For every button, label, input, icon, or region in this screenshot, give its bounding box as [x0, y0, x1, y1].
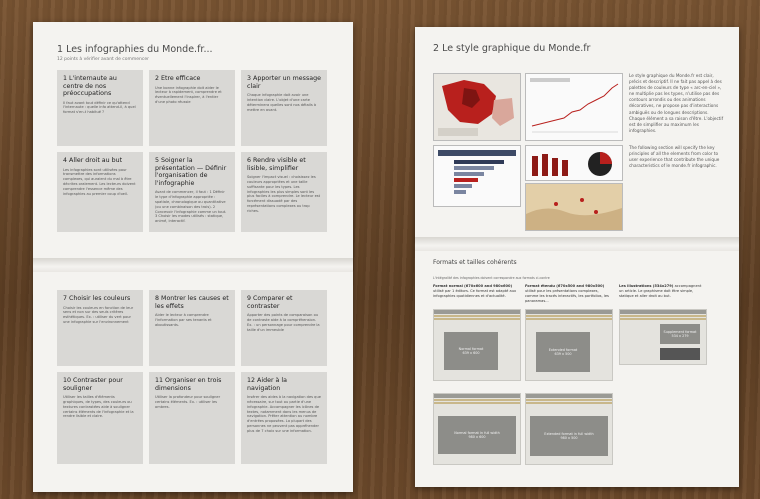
card-body: Aider le lecteur à comprendre l'informat…	[155, 313, 212, 327]
left-page: 1 Les infographies du Monde.fr... 12 poi…	[33, 22, 353, 492]
card-1: 1 L'internaute au centre de nos préoccup…	[57, 70, 143, 146]
card-title: 7 Choisir les couleurs	[63, 295, 131, 302]
card-title: 10 Contraster pour souligner	[63, 377, 123, 392]
card-title: 2 Etre efficace	[155, 75, 201, 82]
card-title: 4 Aller droit au but	[63, 157, 123, 164]
card-3: 3 Apporter un message clair Chaque infogr…	[241, 70, 327, 146]
card-2: 2 Etre efficace Une bonne infographie doi…	[149, 70, 235, 146]
card-body: Il faut avant tout définir ce qu'attend …	[63, 100, 136, 115]
page-fold	[415, 237, 739, 251]
cards-grid-top: 1 L'internaute au centre de nos préoccup…	[57, 70, 327, 232]
section-title: Formats et tailles cohérents	[433, 259, 517, 266]
card-body: Apporter des points de comparaison ou de…	[247, 313, 320, 332]
card-12: 12 Aider à la navigation Insérer des aide…	[241, 372, 327, 464]
card-4: 4 Aller droit au but Les infographies son…	[57, 152, 143, 232]
card-10: 10 Contraster pour souligner Utiliser les…	[57, 372, 143, 464]
card-body: Choisir les couleurs en fonction de leur…	[63, 305, 134, 325]
normal-format-mockup: Normal format 639 x 600	[433, 309, 521, 381]
terrain-map-thumbnail	[525, 183, 623, 231]
normal-full-width-mockup: Normal format in full width 980 x 600	[433, 393, 521, 465]
line-chart-thumbnail	[525, 73, 623, 141]
card-title: 8 Montrer les causes et les effets	[155, 295, 229, 310]
page-title: 2 Le style graphique du Monde.fr	[433, 43, 591, 54]
card-body: Les infographies sont utilisées pour tra…	[63, 167, 136, 196]
format-extended-text: Format étendu (670x500 and 980x500) util…	[525, 284, 609, 303]
extended-format-mockup: Extended format 639 x 500	[525, 309, 613, 381]
page-fold	[33, 258, 353, 272]
page-subtitle: 12 points à vérifier avant de commencer	[57, 57, 149, 62]
card-title: 1 L'internaute au centre de nos préoccup…	[63, 75, 117, 98]
card-7: 7 Choisir les couleurs Choisir les couleu…	[57, 290, 143, 366]
card-title: 5 Soigner la présentation — Définir l'or…	[155, 157, 227, 187]
card-title: 11 Organiser en trois dimensions	[155, 377, 222, 392]
section-intro: L'intégralité des infographies doivent c…	[433, 276, 550, 280]
style-description-en: The following section will specify the k…	[629, 145, 720, 169]
cards-grid-bottom: 7 Choisir les couleurs Choisir les couleu…	[57, 290, 327, 464]
card-title: 9 Comparer et contraster	[247, 295, 293, 310]
card-9: 9 Comparer et contraster Apporter des poi…	[241, 290, 327, 366]
card-5: 5 Soigner la présentation — Définir l'or…	[149, 152, 235, 232]
card-11: 11 Organiser en trois dimensions Utiliser…	[149, 372, 235, 464]
format-illustration-text: Les illustrations (534x279) accompagnent…	[619, 284, 702, 298]
card-body: Une bonne infographie doit aider le lect…	[155, 85, 222, 105]
card-title: 12 Aider à la navigation	[247, 377, 288, 392]
card-body: Soigner l'impact visuel : choisissez les…	[247, 175, 321, 213]
card-8: 8 Montrer les causes et les effets Aider …	[149, 290, 235, 366]
format-normal-text: Format normal (670x600 and 980x600) util…	[433, 284, 517, 298]
right-page: 2 Le style graphique du Monde.fr Le styl…	[415, 27, 739, 487]
card-body: Avant de commencer, il faut : 1 Définir …	[155, 190, 227, 224]
bottles-infographic-thumbnail	[525, 145, 623, 181]
card-title: 6 Rendre visible et lisible, simplifier	[247, 157, 306, 172]
bar-chart-thumbnail	[433, 145, 521, 207]
extended-full-width-mockup: Extended format in full width 980 x 500	[525, 393, 613, 465]
map-infographic-thumbnail	[433, 73, 521, 141]
card-body: Chaque infographie doit avoir une intent…	[247, 93, 317, 112]
style-description-fr: Le style graphique du Monde.fr est clair…	[629, 73, 724, 133]
supplement-format-mockup: Supplement format 534 x 279	[619, 309, 707, 365]
page-title: 1 Les infographies du Monde.fr...	[57, 44, 213, 55]
card-body: Utiliser la profondeur pour souligner ce…	[155, 395, 221, 409]
card-body: Insérer des aides à la navigation des qu…	[247, 395, 321, 433]
card-title: 3 Apporter un message clair	[247, 75, 321, 90]
card-6: 6 Rendre visible et lisible, simplifier S…	[241, 152, 327, 232]
card-body: Utiliser les tailles d'éléments graphiqu…	[63, 395, 134, 419]
